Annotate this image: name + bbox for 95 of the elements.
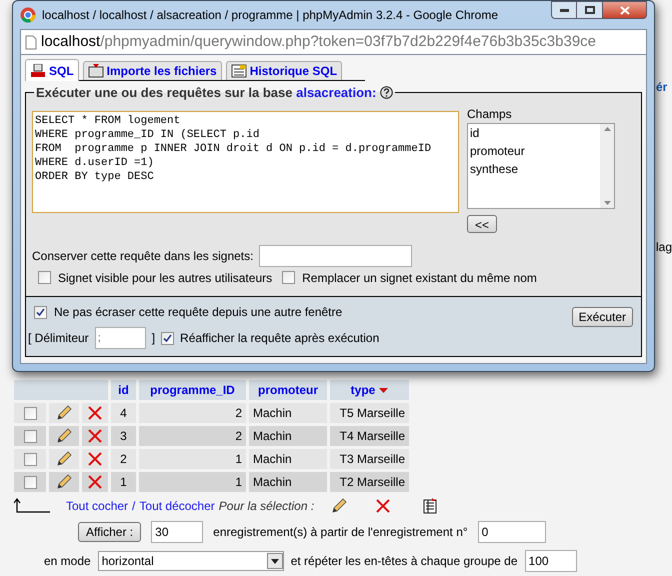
table-cell: 1 [139, 449, 246, 469]
delete-icon[interactable] [88, 475, 102, 489]
address-bar[interactable]: localhost/phpmyadmin/querywindow.php?token=03f7b7d2b229f4e76b3b35c3b39ce [20, 29, 647, 55]
page-text: ér [656, 80, 668, 94]
tab-icon [230, 64, 247, 78]
delete-icon[interactable] [88, 429, 102, 443]
bookmark-label: Conserver cette requête dans les signets: [32, 248, 254, 264]
table-cell: 2 [139, 426, 246, 446]
repeat-field[interactable]: 100 [524, 550, 577, 572]
fieldset-legend: Exécuter une ou des requêtes sur la base alsacreation: [36, 83, 376, 102]
arrow-up-icon [14, 498, 52, 514]
table-cell: T2 Marseille [330, 472, 409, 492]
checkbox[interactable] [24, 476, 36, 488]
table-cell: 1 [139, 472, 246, 492]
url-text: localhost/phpmyadmin/querywindow.php?token=03f7b7d2b229f4e76b3b35c3b39ce [41, 32, 596, 52]
checkbox-label: Ne pas écraser cette requête depuis une autre fenêtre [54, 304, 342, 321]
pencil-icon[interactable] [55, 404, 73, 422]
close-icon [620, 6, 630, 14]
execute-button[interactable]: Exécuter [572, 307, 633, 327]
delete-icon[interactable] [376, 499, 390, 513]
fields-label: Champs [467, 106, 513, 122]
field-option[interactable]: id [470, 124, 598, 142]
sort-descending-icon [379, 388, 388, 392]
insert-field-button[interactable]: << [467, 214, 497, 232]
column-header[interactable]: id [111, 380, 136, 400]
minimize-icon [560, 8, 568, 12]
check-all-link[interactable]: Tout cocher [66, 497, 128, 515]
maximize-button[interactable] [577, 1, 603, 19]
records-label: enregistrement(s) à partir de l'enregistrement n° [213, 524, 468, 541]
scroll-up-icon [604, 126, 610, 130]
count-field[interactable]: 30 [151, 521, 204, 543]
table-cell: Machin [249, 472, 327, 492]
pencil-icon[interactable] [330, 497, 348, 515]
table-cell: Machin [249, 449, 327, 469]
delete-icon[interactable] [88, 452, 102, 466]
table-cell: 3 [111, 426, 136, 446]
checkbox[interactable] [34, 306, 47, 318]
field-option[interactable]: synthese [470, 160, 598, 178]
database-link[interactable]: alsacreation: [296, 85, 376, 100]
table-cell: 1 [111, 472, 136, 492]
checkbox-label: Signet visible pour les autres utilisateurs [58, 270, 272, 286]
column-header[interactable]: promoteur [249, 380, 327, 400]
export-icon[interactable] [422, 498, 438, 514]
sql-query-field[interactable]: SELECT * FROM logement WHERE programme_ID IN (SELECT p.id FROM programme p INNER JOIN droit d ON p.id = d.programmeID WHERE d.userID =1) ORDER BY type DESC [32, 110, 459, 212]
table-cell: T3 Marseille [330, 449, 409, 469]
tab[interactable]: Importe les fichiers [82, 61, 222, 80]
table-cell: 2 [139, 403, 246, 423]
column-header[interactable]: type [330, 380, 409, 400]
checkbox[interactable] [24, 430, 36, 442]
checkbox[interactable] [282, 271, 296, 284]
table-cell: T4 Marseille [330, 426, 409, 446]
scrollbar[interactable] [600, 124, 614, 208]
separator-text: / [132, 498, 136, 515]
page-text: lag [656, 240, 672, 254]
checkbox[interactable] [161, 332, 174, 344]
page-icon [25, 34, 37, 50]
mode-label: en mode [44, 553, 91, 570]
delimiter-bracket: ] [152, 330, 156, 347]
delimiter-label: [ Délimiteur [28, 330, 89, 347]
column-header[interactable]: programme_ID [139, 380, 246, 400]
checkbox[interactable] [24, 452, 36, 466]
delete-icon[interactable] [88, 406, 102, 420]
table-cell: Machin [249, 426, 327, 446]
browser-logo-icon [20, 7, 36, 23]
checkbox[interactable] [24, 406, 36, 420]
start-field[interactable]: 0 [478, 521, 546, 543]
with-selected-label: Pour la sélection : [218, 498, 314, 515]
uncheck-all-link[interactable]: Tout décocher [139, 497, 215, 515]
table-cell: Machin [249, 403, 327, 423]
close-button[interactable] [603, 1, 647, 19]
checkbox-label: Remplacer un signet existant du même nom [302, 270, 537, 286]
pencil-icon[interactable] [55, 473, 73, 491]
pencil-icon[interactable] [55, 427, 73, 445]
scroll-down-icon [604, 200, 610, 204]
fields-list[interactable]: id promoteur synthese [467, 122, 615, 208]
repeat-label: et répéter les en-têtes à chaque groupe de [290, 553, 518, 570]
tab[interactable]: Historique SQL [226, 61, 342, 80]
mode-select[interactable]: horizontal [98, 551, 284, 571]
maximize-icon [584, 6, 594, 14]
window-title: localhost / localhost / alsacreation / programme | phpMyAdmin 3.2.4 - Google Chrome [42, 7, 499, 24]
table-cell: 2 [111, 449, 136, 469]
minimize-button[interactable] [551, 1, 577, 19]
checkbox-label: Réafficher la requête après exécution [180, 330, 380, 347]
table-cell: 4 [111, 403, 136, 423]
show-button[interactable]: Afficher : [78, 522, 142, 542]
help-icon[interactable] [380, 86, 394, 100]
table-cell: T5 Marseille [330, 403, 409, 423]
tab-icon [30, 64, 46, 78]
tab[interactable]: SQL [25, 59, 79, 81]
bookmark-field[interactable] [259, 244, 412, 266]
field-option[interactable]: promoteur [470, 142, 598, 160]
pencil-icon[interactable] [55, 450, 73, 468]
checkbox[interactable] [38, 271, 51, 284]
delimiter-field[interactable]: ; [94, 327, 146, 349]
tab-icon [88, 64, 104, 78]
